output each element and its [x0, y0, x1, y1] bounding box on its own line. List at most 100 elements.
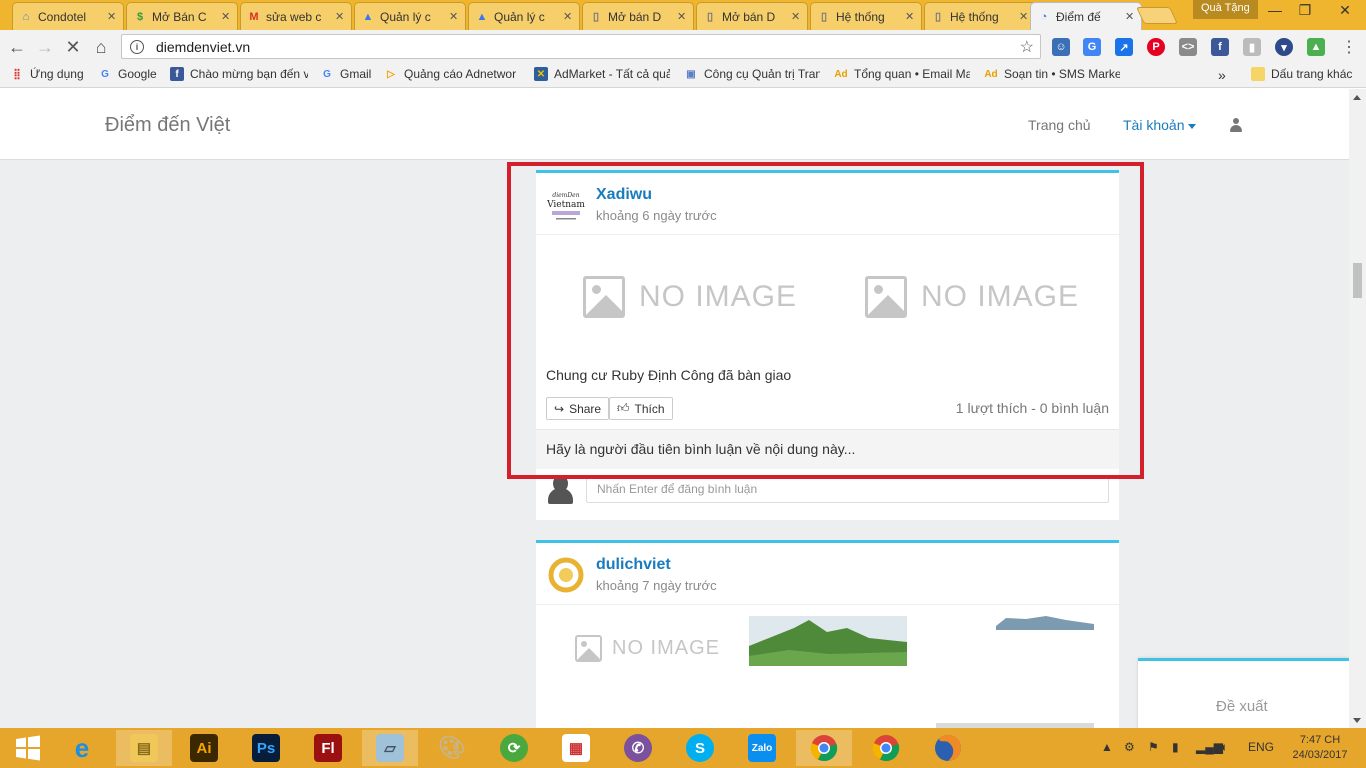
zalo-icon[interactable]: Zalo — [734, 730, 790, 766]
info-icon[interactable]: i — [130, 39, 144, 54]
close-window-icon[interactable]: ✕ — [1330, 0, 1360, 20]
bookmarks-more-button[interactable]: » — [1218, 67, 1226, 83]
photoshop-icon[interactable]: Ps — [238, 730, 294, 766]
chart-icon[interactable]: ▲ — [1307, 38, 1325, 56]
close-icon[interactable]: ✕ — [107, 10, 117, 23]
close-icon[interactable]: ✕ — [563, 10, 573, 23]
post-image-placeholder[interactable]: NO IMAGE — [583, 276, 797, 318]
bookmark-tools[interactable]: ▣ Công cụ Quản trị Tran — [684, 67, 820, 81]
close-icon[interactable]: ✕ — [335, 10, 345, 23]
new-tab-button[interactable] — [1136, 7, 1178, 24]
browser-tab[interactable]: $ Mở Bán C ✕ — [126, 2, 238, 30]
close-icon[interactable]: ✕ — [677, 10, 687, 23]
pocket-icon[interactable]: ▾ — [1275, 38, 1293, 56]
browser-tab[interactable]: M sửa web c ✕ — [240, 2, 352, 30]
bookmark-adnetwork[interactable]: ▷ Quảng cáo Adnetwor — [384, 67, 520, 81]
chrome-icon[interactable] — [796, 730, 852, 766]
scroll-down-icon[interactable] — [1353, 718, 1361, 723]
network-app-icon[interactable]: ▦ — [548, 730, 604, 766]
bookmark-icon[interactable]: ▮ — [1243, 38, 1261, 56]
browser-tab[interactable]: ⌂ Condotel ✕ — [12, 2, 124, 30]
network-icon[interactable]: ▂▄▆ — [1196, 740, 1223, 754]
avatar[interactable]: diemDen Vietnam — [546, 185, 586, 225]
internet-explorer-icon[interactable]: e — [54, 730, 110, 766]
extension-user-icon[interactable]: ☺ — [1052, 38, 1070, 56]
user-icon[interactable] — [1230, 118, 1242, 132]
pinterest-icon[interactable]: P — [1147, 38, 1165, 56]
gift-label[interactable]: Quà Tặng — [1193, 0, 1258, 19]
stop-loading-icon[interactable]: ✕ — [62, 36, 84, 58]
share-button[interactable]: ↪ Share — [546, 397, 610, 420]
home-icon[interactable]: ⌂ — [90, 36, 112, 58]
bookmark-email-marketing[interactable]: Ad Tổng quan • Email Ma — [834, 67, 970, 81]
illustrator-icon[interactable]: Ai — [176, 730, 232, 766]
close-icon[interactable]: ✕ — [449, 10, 459, 23]
post-photo-lake[interactable] — [936, 616, 1094, 630]
code-icon[interactable]: <> — [1179, 38, 1197, 56]
menu-icon[interactable]: ⋮ — [1338, 36, 1360, 58]
post-username[interactable]: dulichviet — [596, 556, 671, 574]
settings-tray-icon[interactable]: ⚙ — [1124, 740, 1135, 754]
browser-tab[interactable]: ▯ Hệ thống ✕ — [810, 2, 922, 30]
green-app-icon[interactable]: ⟳ — [486, 730, 542, 766]
post-image-placeholder[interactable]: NO IMAGE — [575, 635, 720, 662]
bookmark-admarket[interactable]: ✕ AdMarket - Tất cả quả — [534, 67, 670, 81]
close-icon[interactable]: ✕ — [221, 10, 231, 23]
analytics-icon[interactable]: ↗ — [1115, 38, 1133, 56]
system-clock[interactable]: 7:47 CH 24/03/2017 — [1290, 733, 1350, 763]
close-icon[interactable]: ✕ — [1125, 10, 1135, 23]
flash-icon[interactable]: Fl — [300, 730, 356, 766]
bookmark-google[interactable]: G Google — [98, 67, 157, 81]
browser-tab[interactable]: ▲ Quản lý c ✕ — [468, 2, 580, 30]
battery-icon[interactable]: ▮ — [1172, 740, 1179, 754]
nav-account-dropdown[interactable]: Tài khoản — [1123, 117, 1197, 133]
volume-icon[interactable]: 🔈︎ — [1221, 740, 1228, 755]
scroll-up-icon[interactable] — [1353, 95, 1361, 100]
bookmark-sms-marketing[interactable]: Ad Soạn tin • SMS Marke — [984, 67, 1120, 81]
browser-tab[interactable]: ▯ Hệ thống ✕ — [924, 2, 1036, 30]
address-bar[interactable]: i diemdenviet.vn ☆ — [121, 34, 1041, 59]
like-button[interactable]: 👍︎ Thích — [609, 397, 673, 420]
paint-icon[interactable]: 🎨︎ — [424, 730, 480, 766]
avatar[interactable] — [546, 555, 586, 595]
close-icon[interactable]: ✕ — [791, 10, 801, 23]
browser-tab[interactable]: ▯ Mở bán D ✕ — [582, 2, 694, 30]
bookmark-gmail[interactable]: G Gmail — [320, 67, 371, 81]
skype-icon[interactable]: S — [672, 730, 728, 766]
post-username[interactable]: Xadiwu — [596, 186, 652, 204]
viber-icon[interactable]: ✆ — [610, 730, 666, 766]
scroll-thumb[interactable] — [1353, 263, 1362, 298]
bookmark-facebook[interactable]: f Chào mừng bạn đến v — [170, 67, 308, 81]
file-explorer-icon[interactable]: ▤ — [116, 730, 172, 766]
suggest-panel[interactable]: Đề xuất — [1138, 658, 1349, 729]
show-hidden-icons[interactable]: ▲ — [1101, 740, 1113, 754]
nav-home-link[interactable]: Trang chủ — [1028, 117, 1091, 133]
bookmark-apps[interactable]: ⣿ Ứng dụng — [10, 67, 83, 81]
browser-tab[interactable]: ▲ Quản lý c ✕ — [354, 2, 466, 30]
flag-tray-icon[interactable]: ⚑ — [1148, 740, 1159, 754]
start-button[interactable] — [0, 730, 56, 766]
forward-arrow-icon[interactable]: → — [34, 36, 56, 58]
translate-icon[interactable]: G — [1083, 38, 1101, 56]
back-arrow-icon[interactable]: ← — [6, 36, 28, 58]
close-icon[interactable]: ✕ — [905, 10, 915, 23]
browser-tab-active[interactable]: ◔ Điểm đế ✕ — [1030, 2, 1142, 30]
bookmark-star-icon[interactable]: ☆ — [1020, 37, 1034, 57]
other-bookmarks[interactable]: Dấu trang khác — [1251, 67, 1352, 81]
chrome-icon[interactable] — [858, 730, 914, 766]
facebook-icon[interactable]: f — [1211, 38, 1229, 56]
page-scrollbar[interactable] — [1349, 89, 1366, 729]
comment-input[interactable]: Nhấn Enter để đăng bình luận — [586, 475, 1109, 503]
site-brand[interactable]: Điểm đến Việt — [105, 114, 230, 137]
post-image-placeholder[interactable]: NO IMAGE — [865, 276, 1079, 318]
minimize-icon[interactable]: — — [1260, 0, 1290, 20]
restore-icon[interactable]: ❐ — [1290, 0, 1320, 20]
language-indicator[interactable]: ENG — [1248, 740, 1274, 754]
post-stats[interactable]: 1 lượt thích - 0 bình luận — [956, 400, 1109, 416]
close-icon[interactable]: ✕ — [1019, 10, 1029, 23]
post-photo-mountains[interactable] — [749, 616, 907, 666]
browser-tab[interactable]: ▯ Mở bán D ✕ — [696, 2, 808, 30]
ad-icon: Ad — [984, 68, 998, 80]
notepad-icon[interactable]: ▱ — [362, 730, 418, 766]
firefox-icon[interactable] — [920, 730, 976, 766]
